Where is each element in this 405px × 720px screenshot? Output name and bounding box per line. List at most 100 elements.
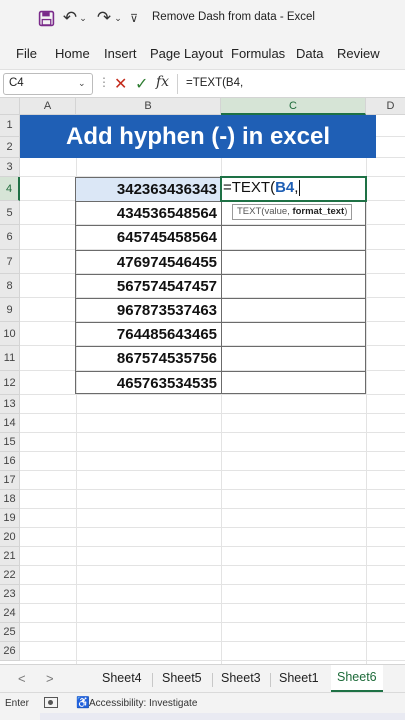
row-header-13[interactable]: 13: [0, 394, 20, 414]
worksheet-grid[interactable]: ABCD 1 2 3 4 5 6 7 8 9 10 11 12 13 14 15 16 17 18 19 20 21 22…: [0, 98, 405, 664]
tab-home[interactable]: Home: [55, 46, 90, 61]
number-cell-b4[interactable]: 342363436343: [76, 178, 221, 202]
chevron-down-icon[interactable]: ⌄: [78, 78, 86, 89]
undo-dropdown-icon[interactable]: ⌄: [78, 8, 88, 28]
tab-insert[interactable]: Insert: [104, 46, 137, 61]
gridline: [20, 621, 405, 623]
row-header-23[interactable]: 23: [0, 584, 20, 604]
row-header-9[interactable]: 9: [0, 298, 20, 323]
macro-recording-icon[interactable]: [44, 697, 58, 708]
tab-separator: [212, 673, 213, 687]
tooltip-function: TEXT(value,: [237, 206, 293, 217]
gridline: [20, 526, 405, 528]
row-header-4[interactable]: 4: [0, 177, 20, 202]
row-header-1[interactable]: 1: [0, 115, 20, 137]
redo-dropdown-icon[interactable]: ⌄: [113, 8, 123, 28]
title-bar: ↶ ⌄ ↷ ⌄ ⊽ Remove Dash from data - Excel: [0, 0, 405, 36]
formula-function-text: =TEXT(: [223, 179, 276, 196]
row-header-16[interactable]: 16: [0, 451, 20, 471]
row-header-14[interactable]: 14: [0, 413, 20, 433]
gridline: [20, 602, 405, 604]
gridline: [20, 659, 405, 661]
row-header-22[interactable]: 22: [0, 565, 20, 585]
row-header-2[interactable]: 2: [0, 136, 20, 158]
row-header-8[interactable]: 8: [0, 273, 20, 298]
number-cell-b12[interactable]: 465763534535: [76, 372, 221, 396]
column-header-b[interactable]: B: [76, 98, 221, 115]
formula-comma: ,: [294, 179, 299, 196]
gridline: [20, 564, 405, 566]
formula-bar: C4 ⌄ ⋮ ✕ ✓ fx =TEXT(B4,: [0, 70, 405, 98]
sheet-tab-sheet4[interactable]: Sheet4: [102, 671, 142, 685]
sheet-tab-sheet5[interactable]: Sheet5: [162, 671, 202, 685]
formula-input[interactable]: =TEXT(B4,: [186, 77, 243, 89]
gridline: [20, 450, 405, 452]
gridline: [20, 412, 405, 414]
redo-icon[interactable]: ↷: [94, 8, 114, 28]
sheet-tab-sheet6[interactable]: Sheet6: [331, 665, 383, 692]
number-cell-b6[interactable]: 645745458564: [76, 226, 221, 250]
select-all-corner[interactable]: [0, 98, 20, 115]
taskbar-strip: [40, 713, 405, 720]
sheet-tab-sheet1[interactable]: Sheet1: [279, 671, 319, 685]
insert-function-icon[interactable]: fx: [156, 74, 169, 90]
column-header-c[interactable]: C: [221, 98, 366, 115]
tooltip-close: ): [344, 206, 348, 217]
number-cell-b11[interactable]: 867574535756: [76, 347, 221, 371]
tab-data[interactable]: Data: [296, 46, 323, 61]
gridline: [20, 640, 405, 642]
row-header-6[interactable]: 6: [0, 225, 20, 250]
number-cell-b8[interactable]: 567574547457: [76, 275, 221, 299]
row-header-15[interactable]: 15: [0, 432, 20, 452]
title-banner[interactable]: Add hyphen (-) in excel: [20, 115, 376, 158]
active-cell-formula[interactable]: =TEXT(B4,: [223, 179, 301, 197]
number-cell-b7[interactable]: 476974546455: [76, 251, 221, 275]
row-header-11[interactable]: 11: [0, 346, 20, 371]
number-cell-b5[interactable]: 434536548564: [76, 202, 221, 226]
row-header-20[interactable]: 20: [0, 527, 20, 547]
tab-page-layout[interactable]: Page Layout: [150, 46, 223, 61]
sheet-tab-sheet3[interactable]: Sheet3: [221, 671, 261, 685]
status-mode: Enter: [5, 698, 29, 709]
column-header-d[interactable]: D: [366, 98, 405, 115]
row-header-12[interactable]: 12: [0, 370, 20, 395]
row-header-17[interactable]: 17: [0, 470, 20, 490]
formula-bar-grip-icon[interactable]: ⋮: [98, 75, 110, 89]
tab-separator: [270, 673, 271, 687]
previous-sheet-icon[interactable]: <: [18, 671, 26, 686]
row-header-7[interactable]: 7: [0, 249, 20, 274]
quick-access-more-icon[interactable]: ⊽: [128, 8, 140, 28]
status-bar: Enter ♿ Accessibility: Investigate: [0, 692, 405, 720]
cancel-icon[interactable]: ✕: [114, 74, 127, 94]
row-header-18[interactable]: 18: [0, 489, 20, 509]
number-cell-b9[interactable]: 967873537463: [76, 299, 221, 323]
function-tooltip[interactable]: TEXT(value, format_text): [232, 204, 353, 220]
enter-checkmark-icon[interactable]: ✓: [135, 74, 148, 94]
text-cursor: [299, 180, 301, 197]
table-divider: [221, 178, 222, 393]
accessibility-status[interactable]: Accessibility: Investigate: [89, 698, 197, 709]
row-header-21[interactable]: 21: [0, 546, 20, 566]
column-header-a[interactable]: A: [20, 98, 76, 115]
tab-separator: [152, 673, 153, 687]
row-header-10[interactable]: 10: [0, 322, 20, 347]
row-header-24[interactable]: 24: [0, 603, 20, 623]
next-sheet-icon[interactable]: >: [46, 671, 54, 686]
row-header-25[interactable]: 25: [0, 622, 20, 642]
save-icon[interactable]: [36, 8, 56, 28]
tab-review[interactable]: Review: [337, 46, 380, 61]
window-title: Remove Dash from data - Excel: [152, 11, 315, 23]
row-header-26[interactable]: 26: [0, 641, 20, 661]
row-header-3[interactable]: 3: [0, 158, 20, 177]
formula-cell-reference: B4: [275, 179, 295, 196]
row-header-5[interactable]: 5: [0, 201, 20, 226]
tab-formulas[interactable]: Formulas: [231, 46, 285, 61]
row-header-19[interactable]: 19: [0, 508, 20, 528]
accessibility-icon[interactable]: ♿: [76, 696, 90, 709]
gridline: [20, 431, 405, 433]
tooltip-current-argument: format_text: [292, 206, 345, 217]
sheet-tabs-bar: < > Sheet4 Sheet5 Sheet3 Sheet1 Sheet6: [0, 664, 405, 692]
tab-file[interactable]: File: [16, 46, 37, 61]
number-cell-b10[interactable]: 764485643465: [76, 323, 221, 347]
undo-icon[interactable]: ↶: [60, 8, 80, 28]
